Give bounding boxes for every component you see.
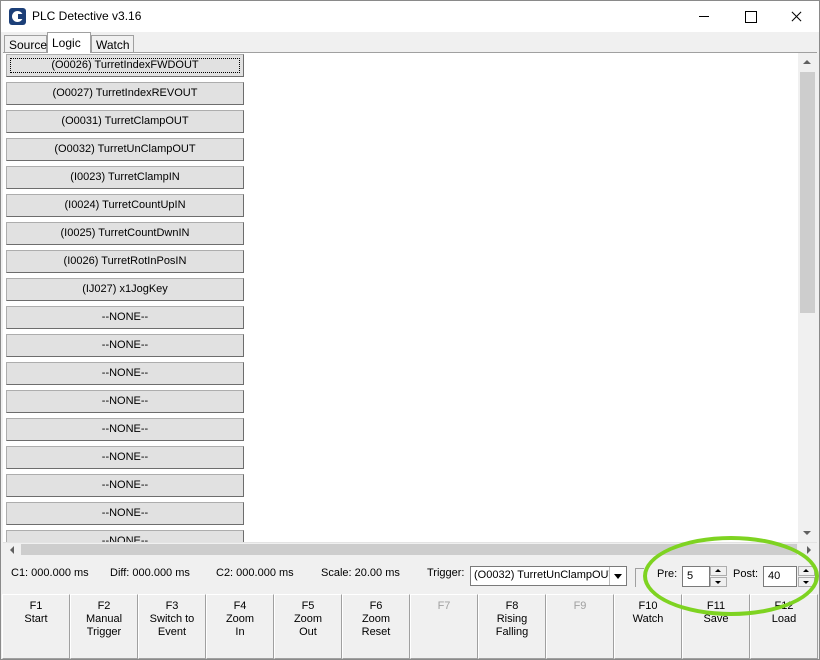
fkey-f8-button[interactable]: F8 Rising Falling [478,594,546,659]
signal-button[interactable]: --NONE-- [6,474,244,497]
fkey-key: F3 [165,600,179,612]
fkey-f11-button[interactable]: F11 Save [682,594,750,659]
pre-spin-down-icon[interactable] [710,577,727,587]
post-input[interactable]: 40 [763,566,797,587]
window-title: PLC Detective v3.16 [32,9,142,23]
signal-button[interactable]: (O0027) TurretIndexREVOUT [6,82,244,105]
post-spin-up-icon[interactable] [798,566,815,576]
signal-button[interactable]: (O0032) TurretUnClampOUT [6,138,244,161]
tab-bar: Source Logic Watch [1,32,819,53]
signal-button[interactable]: (I0023) TurretClampIN [6,166,244,189]
fkey-f10-button[interactable]: F10 Watch [614,594,682,659]
fkey-label1: Watch [632,613,664,625]
cursor2-readout: C2: 000.000 ms [216,567,294,579]
fkey-label1: Zoom [225,613,255,625]
signal-button[interactable]: --NONE-- [6,446,244,469]
fkey-label1: Zoom [361,613,391,625]
fkey-label1: Zoom [293,613,323,625]
close-icon[interactable] [773,1,819,32]
fkey-label2: Reset [361,626,391,638]
title-bar: PLC Detective v3.16 [1,1,819,32]
fkey-key: F12 [774,600,794,612]
fkey-key: F11 [706,600,726,612]
pre-input[interactable]: 5 [682,566,710,587]
fkey-key: F5 [301,600,315,612]
logic-panel: (O0026) TurretIndexFWDOUT (O0027) TurretI… [3,52,817,542]
signal-button[interactable]: --NONE-- [6,306,244,329]
tab-source[interactable]: Source [4,35,47,53]
post-spin-down-icon[interactable] [798,577,815,587]
signal-button[interactable]: (I0024) TurretCountUpIN [6,194,244,217]
signal-button[interactable]: --NONE-- [6,362,244,385]
fkey-label1: Load [771,613,797,625]
tab-logic[interactable]: Logic [47,32,91,53]
signal-button[interactable]: --NONE-- [6,418,244,441]
signal-button[interactable]: (O0031) TurretClampOUT [6,110,244,133]
trigger-select[interactable]: (O0032) TurretUnClampOUT [470,566,627,586]
fkey-label1: Rising [496,613,528,625]
tab-watch[interactable]: Watch [91,35,134,53]
fkey-label2: Falling [495,626,529,638]
scroll-down-icon[interactable] [798,525,817,542]
fkey-key: F4 [233,600,247,612]
fkey-label2: Out [299,626,317,638]
horizontal-scroll-thumb[interactable] [21,544,797,555]
pre-label: Pre: [657,568,678,580]
fkey-key: F9 [573,600,587,612]
fkey-f12-button[interactable]: F12 Load [750,594,818,659]
fkey-f2-button[interactable]: F2 Manual Trigger [70,594,138,659]
signal-button[interactable]: --NONE-- [6,530,244,542]
signal-button[interactable]: (IJ027) x1JogKey [6,278,244,301]
fkey-f4-button[interactable]: F4 Zoom In [206,594,274,659]
fkey-key: F10 [638,600,658,612]
scroll-up-icon[interactable] [798,54,817,71]
signal-button[interactable]: (I0025) TurretCountDwnIN [6,222,244,245]
signal-button[interactable]: --NONE-- [6,390,244,413]
maximize-icon[interactable] [727,1,773,32]
diff-readout: Diff: 000.000 ms [110,567,190,579]
scroll-right-icon[interactable] [800,542,817,557]
fkey-key: F8 [505,600,519,612]
fkey-label2: Event [157,626,187,638]
fkey-key: F7 [437,600,451,612]
fkey-label1: Manual [85,613,123,625]
signal-button[interactable]: --NONE-- [6,502,244,525]
scale-readout: Scale: 20.00 ms [321,567,400,579]
fkey-label1: Save [703,613,729,625]
function-key-bar: F1 Start F2 Manual Trigger F3 Switch to Event F4… [1,594,819,659]
fkey-f5-button[interactable]: F5 Zoom Out [274,594,342,659]
fkey-key: F6 [369,600,383,612]
signal-button[interactable]: --NONE-- [6,334,244,357]
fkey-label2: In [235,626,245,638]
post-label: Post: [733,568,759,580]
scroll-left-icon[interactable] [4,542,21,557]
fkey-label1: Switch to [149,613,195,625]
fkey-label2: Trigger [86,626,122,638]
app-window: PLC Detective v3.16 Source Logic Watch (… [0,0,820,660]
chevron-down-icon[interactable] [609,567,626,585]
fkey-key: F2 [97,600,111,612]
signal-button[interactable]: (O0026) TurretIndexFWDOUT [6,54,244,77]
fkey-f7-button: F7 [410,594,478,659]
fkey-key: F1 [29,600,43,612]
trigger-label: Trigger: [427,567,465,579]
fkey-f9-button: F9 [546,594,614,659]
fkey-f1-button[interactable]: F1 Start [2,594,70,659]
app-logo-icon [9,8,26,25]
panel-divider [635,568,644,587]
cursor1-readout: C1: 000.000 ms [11,567,89,579]
fkey-f3-button[interactable]: F3 Switch to Event [138,594,206,659]
fkey-f6-button[interactable]: F6 Zoom Reset [342,594,410,659]
fkey-label1: Start [24,613,48,625]
vertical-scroll-thumb[interactable] [800,72,815,313]
pre-spin-up-icon[interactable] [710,566,727,576]
minimize-icon[interactable] [681,1,727,32]
signal-button[interactable]: (I0026) TurretRotInPosIN [6,250,244,273]
